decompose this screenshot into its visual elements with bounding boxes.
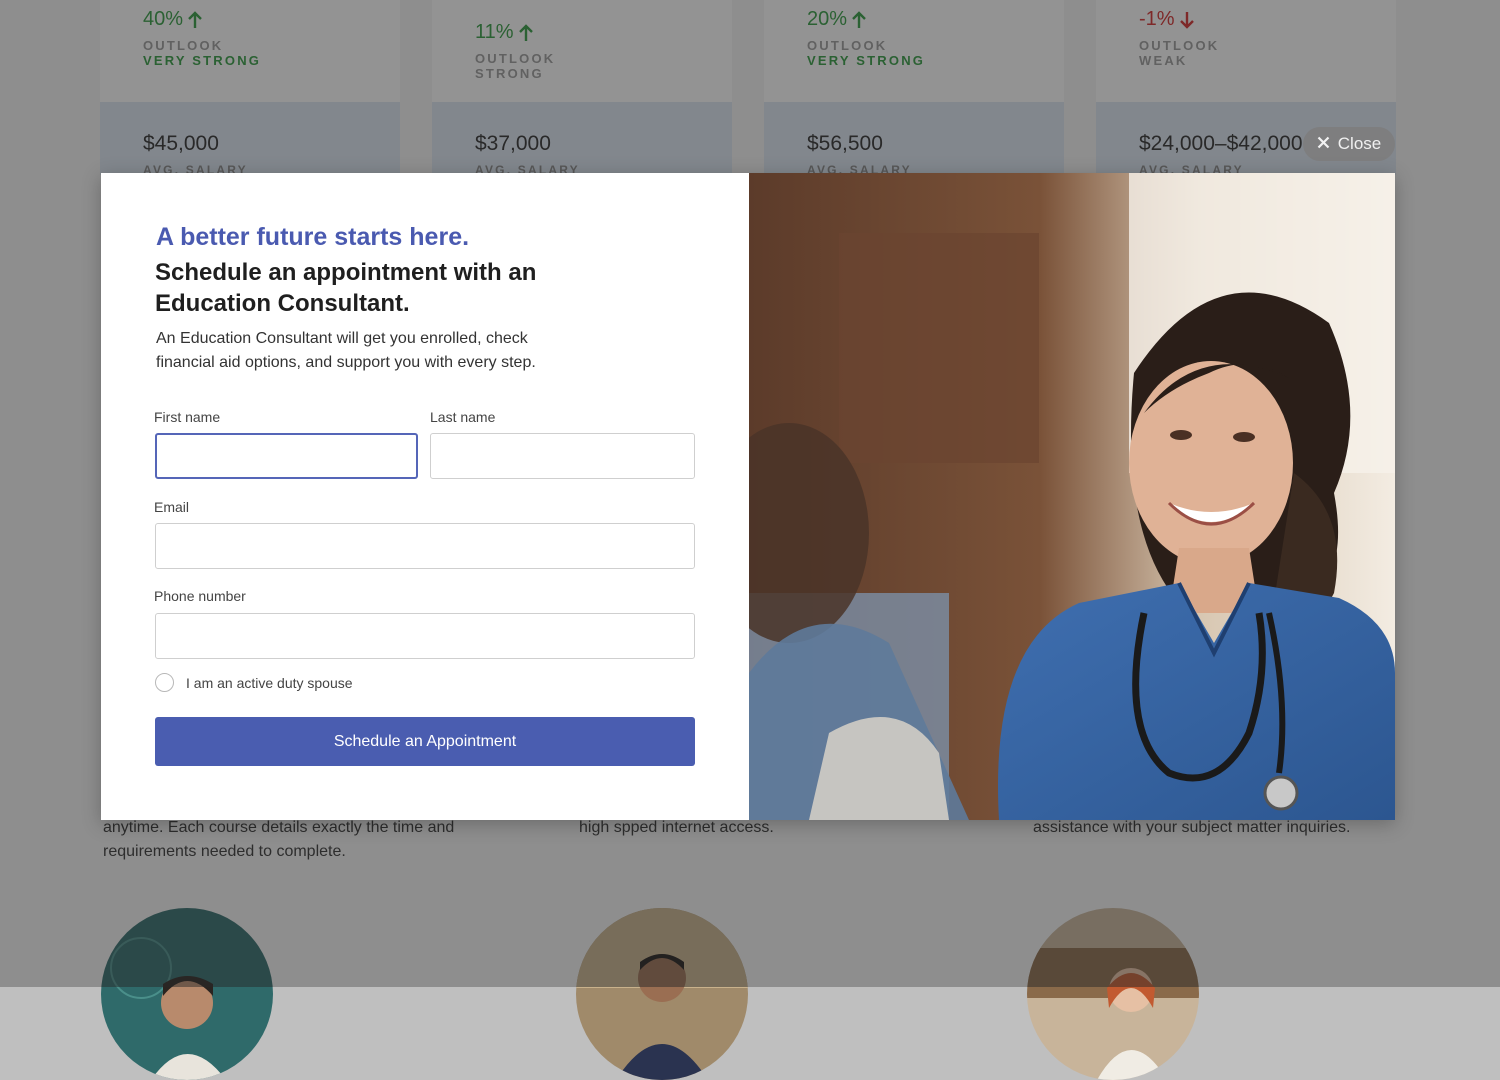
active-duty-spouse-option[interactable]: I am an active duty spouse bbox=[155, 673, 353, 692]
modal-headline: Schedule an appointment with an Educatio… bbox=[155, 259, 537, 317]
modal-description: An Education Consultant will get you enr… bbox=[156, 330, 536, 371]
first-name-label: First name bbox=[154, 409, 221, 425]
first-name-input[interactable] bbox=[155, 433, 418, 479]
email-input[interactable] bbox=[155, 523, 695, 569]
phone-label: Phone number bbox=[154, 588, 246, 604]
phone-input[interactable] bbox=[155, 613, 695, 659]
modal-tagline: A better future starts here. bbox=[156, 223, 470, 251]
close-label: Close bbox=[1337, 134, 1382, 153]
consultant-photo bbox=[749, 173, 1395, 820]
email-label: Email bbox=[154, 499, 190, 515]
close-button[interactable]: Close bbox=[1303, 127, 1395, 161]
appointment-form: A better future starts here. Schedule an… bbox=[101, 173, 749, 820]
active-duty-spouse-label: I am an active duty spouse bbox=[186, 674, 353, 691]
last-name-label: Last name bbox=[430, 409, 496, 425]
last-name-input[interactable] bbox=[430, 433, 695, 479]
appointment-modal: A better future starts here. Schedule an… bbox=[101, 173, 1395, 820]
close-icon bbox=[1317, 134, 1330, 154]
active-duty-spouse-radio[interactable] bbox=[155, 673, 174, 692]
schedule-appointment-button[interactable]: Schedule an Appointment bbox=[155, 717, 695, 766]
